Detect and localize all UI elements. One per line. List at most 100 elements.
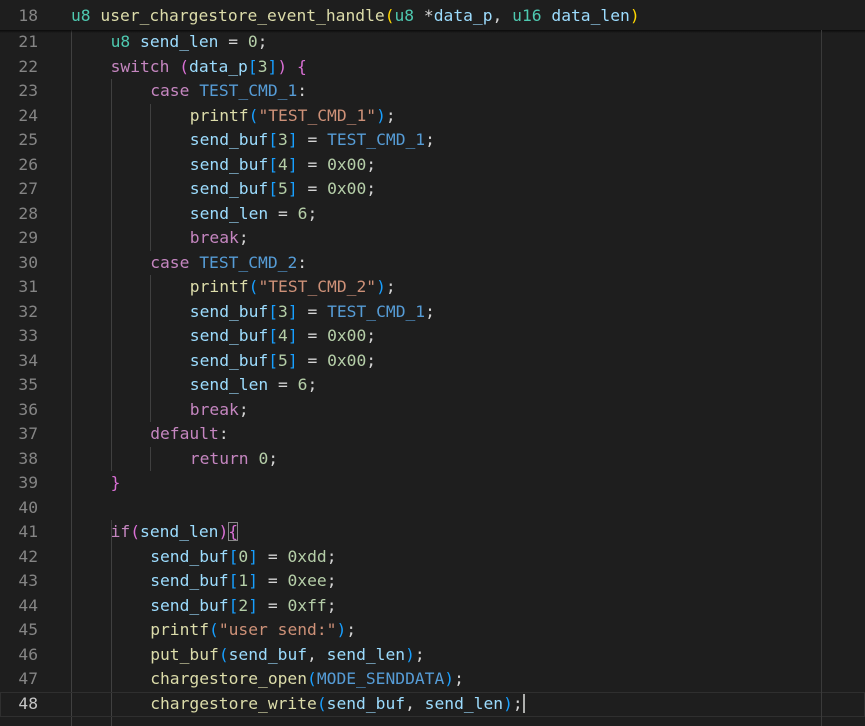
- line-code[interactable]: case TEST_CMD_2:: [150, 251, 307, 276]
- code-line[interactable]: 36 break;: [0, 398, 865, 423]
- code-token: user_chargestore_event_handle: [100, 6, 385, 25]
- code-editor[interactable]: 18 u8 user_chargestore_event_handle(u8 *d…: [0, 0, 865, 726]
- line-code[interactable]: send_buf[0] = 0xdd;: [150, 545, 336, 570]
- text-cursor: [522, 694, 525, 713]
- code-line[interactable]: 38 return 0;: [0, 447, 865, 472]
- code-token: =: [258, 571, 288, 590]
- code-token: put_buf: [150, 645, 219, 664]
- code-token: 3: [257, 57, 268, 76]
- code-token: (: [209, 620, 219, 639]
- code-line[interactable]: 29 break;: [0, 226, 865, 251]
- line-code[interactable]: send_buf[3] = TEST_CMD_1;: [190, 128, 435, 153]
- line-code[interactable]: switch (data_p[3]) {: [111, 55, 307, 80]
- code-token: send_buf: [189, 155, 269, 174]
- code-token: data_p: [433, 6, 493, 25]
- code-token: ]: [248, 596, 259, 615]
- code-token: ;: [257, 32, 268, 51]
- code-token: =: [297, 302, 328, 321]
- code-line[interactable]: 31 printf("TEST_CMD_2");: [0, 275, 865, 300]
- line-code[interactable]: send_buf[4] = 0x00;: [190, 324, 376, 349]
- code-token: chargestore_open: [150, 669, 308, 688]
- line-number: 40: [18, 498, 38, 517]
- code-token: ;: [326, 596, 337, 615]
- code-token: 6: [297, 375, 308, 394]
- line-code[interactable]: send_buf[2] = 0xff;: [150, 594, 336, 619]
- code-line[interactable]: 33 send_buf[4] = 0x00;: [0, 324, 865, 349]
- code-line[interactable]: 47 chargestore_open(MODE_SENDDATA);: [0, 667, 865, 692]
- line-number: 44: [18, 596, 38, 615]
- line-number: 27: [18, 179, 38, 198]
- line-number: 46: [18, 645, 38, 664]
- code-line[interactable]: 21 u8 send_len = 0;: [0, 30, 865, 55]
- code-token: [: [268, 302, 279, 321]
- code-line[interactable]: 42 send_buf[0] = 0xdd;: [0, 545, 865, 570]
- line-number: 22: [18, 57, 38, 76]
- code-line[interactable]: 32 send_buf[3] = TEST_CMD_1;: [0, 300, 865, 325]
- code-token: data_p: [189, 57, 248, 76]
- code-token: 3: [278, 302, 288, 321]
- code-line[interactable]: 43 send_buf[1] = 0xee;: [0, 569, 865, 594]
- line-code[interactable]: printf("user send:");: [150, 618, 356, 643]
- code-token: ;: [326, 571, 337, 590]
- code-token: send_buf: [189, 130, 269, 149]
- line-code[interactable]: send_buf[1] = 0xee;: [150, 569, 336, 594]
- code-line[interactable]: 45 printf("user send:");: [0, 618, 865, 643]
- line-code[interactable]: default:: [150, 422, 228, 447]
- code-line[interactable]: 41 if(send_len){: [0, 520, 865, 545]
- line-number: 30: [18, 253, 38, 272]
- code-line[interactable]: 28 send_len = 6;: [0, 202, 865, 227]
- code-line[interactable]: 34 send_buf[5] = 0x00;: [0, 349, 865, 374]
- code-line[interactable]: 40: [0, 496, 865, 521]
- line-number: 25: [18, 130, 38, 149]
- line-code[interactable]: case TEST_CMD_1:: [150, 79, 307, 104]
- code-line[interactable]: 37 default:: [0, 422, 865, 447]
- code-token: ;: [454, 669, 464, 688]
- line-code[interactable]: send_buf[5] = 0x00;: [190, 177, 376, 202]
- line-code[interactable]: send_len = 6;: [190, 202, 317, 227]
- code-token: [: [228, 547, 239, 566]
- line-code[interactable]: return 0;: [190, 447, 278, 472]
- code-line[interactable]: 26 send_buf[4] = 0x00;: [0, 153, 865, 178]
- code-token: 3: [278, 130, 288, 149]
- code-token: 0xdd: [287, 547, 327, 566]
- line-code[interactable]: }: [111, 471, 121, 496]
- code-line[interactable]: 48 chargestore_write(send_buf, send_len);: [0, 692, 865, 717]
- code-line[interactable]: 30 case TEST_CMD_2:: [0, 251, 865, 276]
- code-line[interactable]: 44 send_buf[2] = 0xff;: [0, 594, 865, 619]
- line-number: 29: [18, 228, 38, 247]
- code-line[interactable]: 23 case TEST_CMD_1:: [0, 79, 865, 104]
- line-code[interactable]: break;: [190, 226, 249, 251]
- line-number: 38: [18, 449, 38, 468]
- line-code[interactable]: u8 user_chargestore_event_handle(u8 *dat…: [71, 4, 640, 29]
- line-code[interactable]: send_buf[4] = 0x00;: [190, 153, 376, 178]
- code-line[interactable]: 39}: [0, 471, 865, 496]
- line-code[interactable]: chargestore_open(MODE_SENDDATA);: [150, 667, 464, 692]
- code-token: 0: [247, 32, 258, 51]
- line-code[interactable]: put_buf(send_buf, send_len);: [150, 643, 425, 668]
- line-code[interactable]: send_buf[3] = TEST_CMD_1;: [190, 300, 435, 325]
- code-token: (: [307, 669, 317, 688]
- code-line[interactable]: 25 send_buf[3] = TEST_CMD_1;: [0, 128, 865, 153]
- code-token: ;: [385, 106, 396, 125]
- line-code[interactable]: break;: [190, 398, 249, 423]
- code-line[interactable]: 27 send_buf[5] = 0x00;: [0, 177, 865, 202]
- line-code[interactable]: printf("TEST_CMD_1");: [190, 104, 396, 129]
- code-token: TEST_CMD_1: [327, 302, 426, 321]
- code-token: (: [248, 277, 259, 296]
- code-line[interactable]: 46 put_buf(send_buf, send_len);: [0, 643, 865, 668]
- code-line[interactable]: 18 u8 user_chargestore_event_handle(u8 *d…: [0, 4, 865, 29]
- line-code[interactable]: send_buf[5] = 0x00;: [190, 349, 376, 374]
- code-line[interactable]: 24 printf("TEST_CMD_1");: [0, 104, 865, 129]
- code-token: (: [218, 645, 229, 664]
- line-code[interactable]: u8 send_len = 0;: [111, 30, 268, 55]
- code-line[interactable]: 35 send_len = 6;: [0, 373, 865, 398]
- code-line[interactable]: 22 switch (data_p[3]) {: [0, 55, 865, 80]
- line-code[interactable]: chargestore_write(send_buf, send_len);: [150, 692, 525, 717]
- line-code[interactable]: send_len = 6;: [190, 373, 317, 398]
- line-number: 31: [18, 277, 38, 296]
- line-code[interactable]: printf("TEST_CMD_2");: [190, 275, 396, 300]
- line-code[interactable]: if(send_len){: [111, 520, 239, 545]
